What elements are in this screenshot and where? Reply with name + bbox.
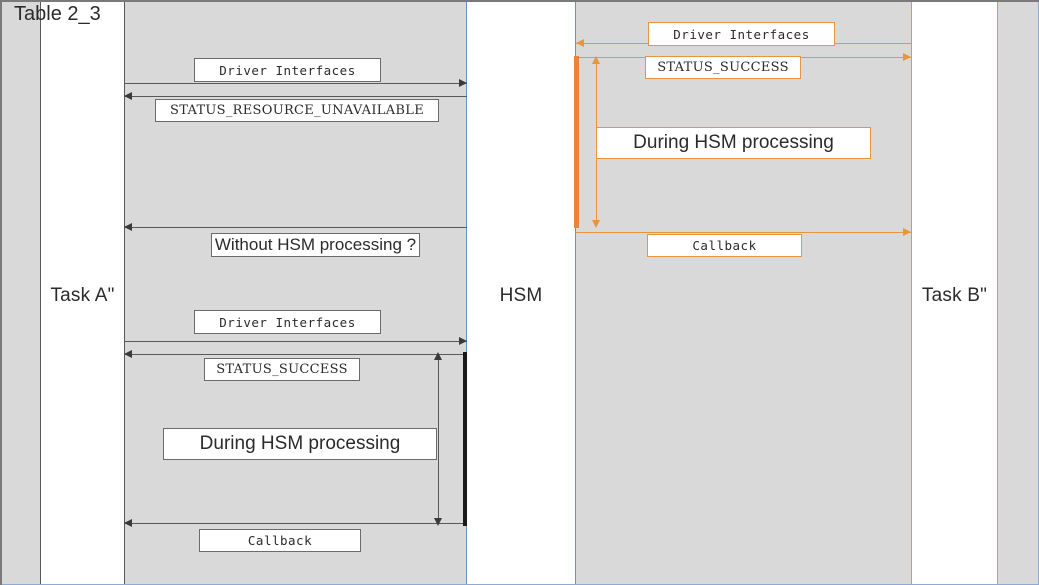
- arrowhead-left-icon-m5: [124, 350, 132, 358]
- arrowhead-right-icon-m4: [459, 337, 467, 345]
- lifeline-task-b: Task B": [911, 0, 998, 585]
- message-label-m4: Driver Interfaces: [194, 310, 381, 334]
- diagram-title: Table 2_3: [14, 3, 101, 25]
- message-line-m2: [124, 96, 467, 97]
- lifeline-task-a: Task A": [40, 0, 125, 585]
- lifeline-label-hsm: HSM: [499, 284, 543, 306]
- message-label-m2: STATUS_RESOURCE_UNAVAILABLE: [155, 99, 439, 122]
- sequence-diagram-canvas: Task A" HSM Task B" Table 2_3 Driver Int…: [0, 0, 1039, 585]
- message-label-m5: STATUS_SUCCESS: [204, 358, 360, 381]
- arrowhead-right-icon-m1: [459, 79, 467, 87]
- lifeline-label-task-b: Task B": [921, 284, 988, 306]
- lifeline-label-task-a: Task A": [50, 284, 115, 306]
- message-line-r4: [576, 232, 911, 233]
- message-label-r2: STATUS_SUCCESS: [645, 56, 801, 79]
- arrowhead-right-icon-r4: [903, 228, 911, 236]
- note-box-during-hsm-processing-right: During HSM processing: [596, 127, 871, 159]
- lifeline-hsm: HSM: [466, 0, 576, 585]
- message-line-m7: [124, 523, 467, 524]
- arrowhead-left-icon-m2: [124, 92, 132, 100]
- message-label-m3: Without HSM processing ?: [211, 233, 420, 257]
- arrowhead-left-icon-r1: [576, 39, 584, 47]
- message-label-r4: Callback: [647, 234, 802, 257]
- arrowhead-left-icon-m3: [124, 223, 132, 231]
- message-label-r1: Driver Interfaces: [648, 22, 835, 46]
- arrowhead-left-icon-m7: [124, 519, 132, 527]
- arrowhead-right-icon-r2: [903, 53, 911, 61]
- message-line-m3: [124, 227, 467, 228]
- message-line-m4: [124, 341, 467, 342]
- message-line-m1: [124, 83, 467, 84]
- message-line-m5: [124, 354, 467, 355]
- note-box-during-hsm-processing-left: During HSM processing: [163, 428, 437, 460]
- arrowhead-down-icon-span-orange: [592, 220, 600, 228]
- arrowhead-down-icon-span: [434, 518, 442, 526]
- activation-bar-task-b: [574, 56, 579, 228]
- activation-span-line: [438, 356, 439, 522]
- message-label-m7: Callback: [199, 529, 361, 552]
- activation-bar-hsm: [463, 352, 467, 526]
- message-label-m1: Driver Interfaces: [194, 58, 381, 82]
- arrowhead-up-icon-span-orange: [592, 56, 600, 64]
- arrowhead-up-icon-span: [434, 352, 442, 360]
